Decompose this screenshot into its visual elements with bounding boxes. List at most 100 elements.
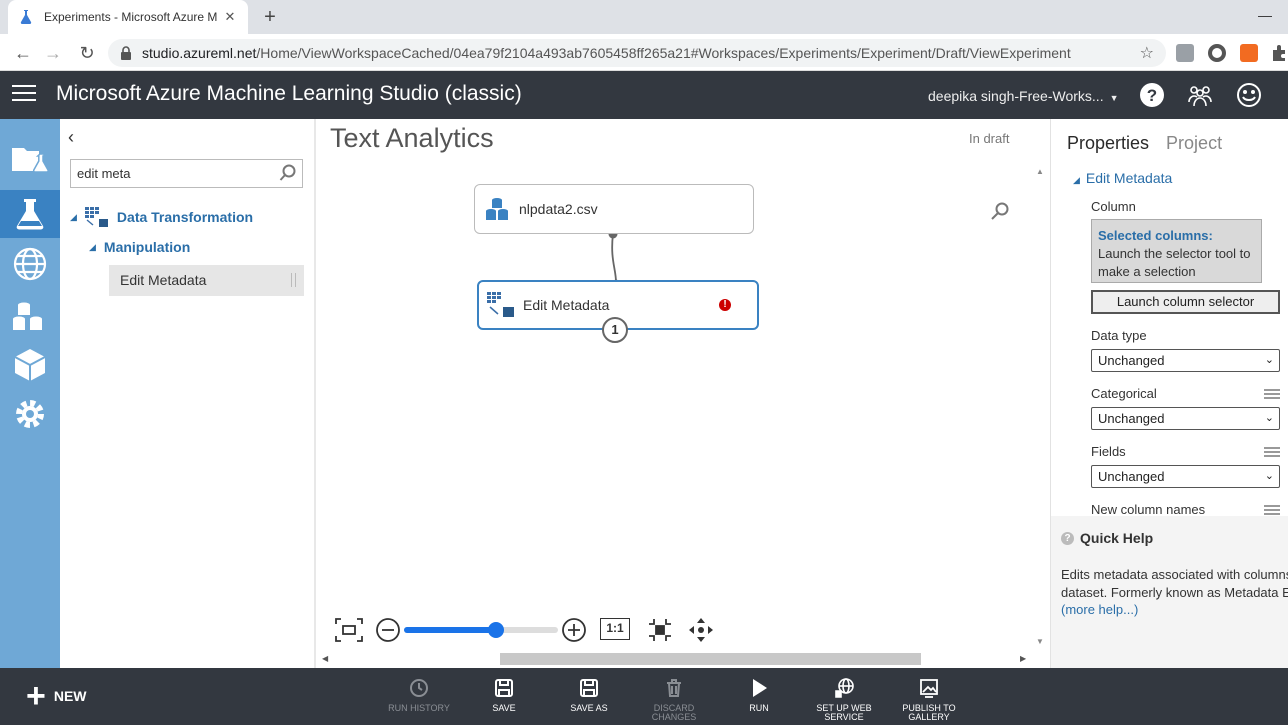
- discard-changes-button[interactable]: DISCARD CHANGES: [634, 678, 714, 722]
- app-title: Microsoft Azure Machine Learning Studio …: [56, 82, 522, 105]
- module-search-input[interactable]: edit meta: [70, 159, 303, 188]
- command-bar: + NEW RUN HISTORY SAVE SAVE AS DISCARD C…: [0, 668, 1288, 725]
- zoom-in-icon[interactable]: [561, 617, 587, 643]
- rail-trained-models[interactable]: [0, 341, 60, 389]
- save-label: SAVE: [492, 703, 516, 713]
- categorical-select[interactable]: Unchanged ⌄: [1091, 407, 1280, 430]
- drag-grip-icon[interactable]: [291, 273, 296, 287]
- save-disk-icon: [495, 679, 513, 697]
- scroll-down-arrow-icon[interactable]: ▼: [1036, 637, 1044, 646]
- rail-web-services[interactable]: [0, 240, 60, 288]
- properties-section-header[interactable]: ◢ Edit Metadata: [1073, 170, 1172, 186]
- address-bar[interactable]: studio.azureml.net/Home/ViewWorkspaceCac…: [108, 39, 1166, 67]
- browser-tab[interactable]: Experiments - Microsoft Azure M ✕: [8, 0, 248, 34]
- quick-help-title: Quick Help: [1080, 530, 1154, 546]
- run-history-label: RUN HISTORY: [388, 703, 450, 713]
- experiment-canvas[interactable]: Text Analytics In draft nlpdata2.csv Edi…: [316, 119, 1048, 668]
- rail-experiments[interactable]: [0, 190, 60, 238]
- svg-text:?: ?: [1147, 86, 1157, 105]
- bookmark-star-icon[interactable]: ☆: [1140, 43, 1154, 63]
- publish-label-line2: GALLERY: [908, 712, 950, 722]
- chevron-down-icon: ⌄: [1264, 470, 1274, 482]
- rail-settings[interactable]: [0, 390, 60, 438]
- tab-properties[interactable]: Properties: [1067, 133, 1149, 154]
- help-icon[interactable]: ?: [1139, 82, 1165, 108]
- browser-toolbar: ← → ↻ studio.azureml.net/Home/ViewWorksp…: [0, 34, 1288, 71]
- collapse-palette-icon[interactable]: ‹: [68, 127, 74, 148]
- data-type-select[interactable]: Unchanged ⌄: [1091, 349, 1280, 372]
- scroll-up-arrow-icon[interactable]: ▲: [1036, 167, 1044, 176]
- reload-icon[interactable]: ↻: [76, 42, 98, 64]
- selected-columns-box: Selected columns: Launch the selector to…: [1091, 219, 1262, 283]
- quick-help-header[interactable]: ? Quick Help: [1061, 530, 1153, 546]
- selected-columns-heading: Selected columns:: [1098, 228, 1213, 243]
- tree-subcategory-manipulation[interactable]: ◢ Manipulation: [89, 239, 190, 255]
- feedback-smiley-icon[interactable]: [1236, 82, 1262, 108]
- trash-icon: [667, 679, 681, 697]
- tab-title: Experiments - Microsoft Azure M: [44, 10, 218, 24]
- extension-icon-1[interactable]: [1176, 44, 1194, 62]
- module-item-edit-metadata[interactable]: Edit Metadata: [109, 265, 304, 296]
- rail-projects[interactable]: [0, 135, 60, 183]
- expanded-triangle-icon: ◢: [1073, 175, 1080, 185]
- back-icon[interactable]: ←: [12, 42, 34, 64]
- run-history-button[interactable]: RUN HISTORY: [379, 678, 459, 713]
- drag-handle-icon[interactable]: [1264, 447, 1280, 459]
- extension-icon-3[interactable]: [1240, 44, 1258, 62]
- canvas-horizontal-scrollbar[interactable]: ◀ ▶: [322, 653, 1028, 665]
- dataset-node-label: nlpdata2.csv: [519, 201, 598, 217]
- scroll-left-arrow-icon[interactable]: ◀: [322, 654, 328, 663]
- workspace-selector[interactable]: deepika singh-Free-Works... ▼: [928, 88, 1119, 104]
- zoom-toolbar: 1:1: [334, 617, 713, 643]
- scrollbar-thumb[interactable]: [500, 653, 921, 665]
- save-as-label: SAVE AS: [570, 703, 608, 713]
- flask-icon: [20, 10, 32, 24]
- drag-handle-icon[interactable]: [1264, 389, 1280, 401]
- puzzle-icon[interactable]: [1270, 44, 1288, 62]
- gallery-publish-icon: [920, 679, 938, 698]
- web-services-globe-icon: [13, 247, 47, 281]
- url-host: studio.azureml.net: [142, 45, 257, 61]
- actual-size-button[interactable]: 1:1: [600, 618, 630, 640]
- minimize-button[interactable]: —: [1242, 0, 1288, 34]
- save-button[interactable]: SAVE: [464, 678, 544, 713]
- tree-category-data-transformation[interactable]: ◢ Data Transformation: [70, 207, 253, 227]
- help-circle-icon: ?: [1061, 531, 1074, 545]
- fit-selection-icon[interactable]: [647, 617, 673, 643]
- run-button[interactable]: RUN: [719, 678, 799, 713]
- dataset-node[interactable]: nlpdata2.csv: [474, 184, 754, 234]
- scroll-right-arrow-icon[interactable]: ▶: [1020, 654, 1026, 663]
- web-service-label-line2: SERVICE: [824, 712, 864, 722]
- launch-column-selector-button[interactable]: Launch column selector: [1091, 290, 1280, 314]
- community-icon[interactable]: [1187, 82, 1213, 108]
- zoom-slider-track[interactable]: [404, 622, 558, 638]
- save-as-button[interactable]: SAVE AS: [549, 678, 629, 713]
- forward-icon[interactable]: →: [42, 42, 64, 64]
- quick-help-text: Edits metadata associated with columns d…: [1061, 566, 1288, 602]
- trained-models-cube-icon: [14, 349, 46, 381]
- projects-folder-icon: [12, 148, 49, 173]
- error-icon[interactable]: !: [719, 299, 731, 311]
- tab-project[interactable]: Project: [1166, 133, 1222, 154]
- new-tab-button[interactable]: +: [258, 6, 282, 28]
- set-up-web-service-button[interactable]: SET UP WEB SERVICE: [804, 678, 884, 722]
- new-button[interactable]: + NEW: [26, 679, 87, 713]
- output-port-badge[interactable]: 1: [602, 317, 628, 343]
- extension-icon-2[interactable]: [1208, 44, 1226, 62]
- module-item-label: Edit Metadata: [120, 272, 207, 288]
- app-header: Microsoft Azure Machine Learning Studio …: [0, 71, 1288, 119]
- rail-datasets[interactable]: [0, 292, 60, 340]
- close-tab-icon[interactable]: ✕: [222, 9, 238, 25]
- web-service-globe-icon: [835, 678, 854, 698]
- chevron-down-icon: ▼: [1109, 93, 1119, 103]
- publish-to-gallery-button[interactable]: PUBLISH TO GALLERY: [889, 678, 969, 722]
- fit-to-screen-icon[interactable]: [334, 617, 364, 643]
- more-help-link[interactable]: (more help...): [1061, 602, 1138, 617]
- hamburger-menu-icon[interactable]: [12, 85, 36, 105]
- search-icon[interactable]: [279, 164, 297, 182]
- fields-select[interactable]: Unchanged ⌄: [1091, 465, 1280, 488]
- zoom-slider-thumb[interactable]: [488, 622, 504, 638]
- pan-move-icon[interactable]: [688, 617, 714, 643]
- column-label: Column: [1091, 199, 1136, 214]
- zoom-out-icon[interactable]: [375, 617, 401, 643]
